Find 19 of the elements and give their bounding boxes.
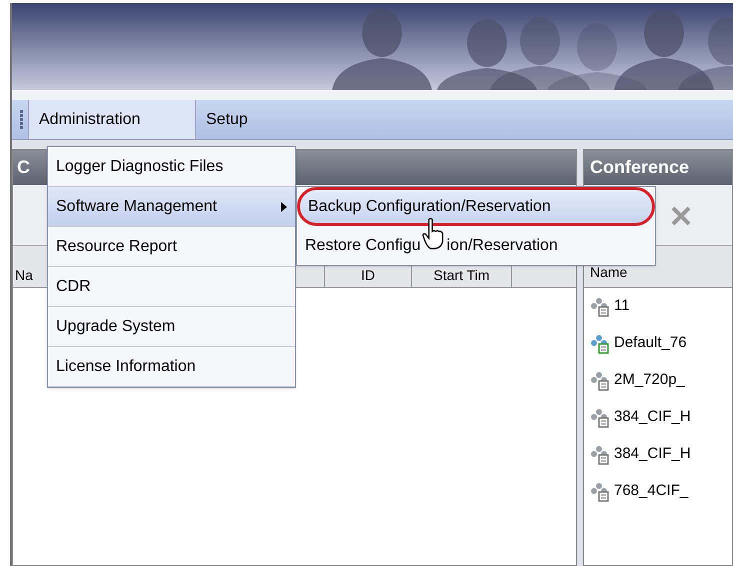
hand-cursor-icon [422,216,446,252]
conference-name[interactable]: 384_CIF_H [614,443,691,466]
menu-option[interactable]: Software Management [48,187,295,227]
menu-option[interactable]: CDR [48,267,295,307]
conference-name[interactable]: 11 [614,295,630,318]
delete-icon[interactable] [670,205,692,227]
menu-option[interactable]: Upgrade System [48,307,295,347]
conference-name[interactable]: 2M_720p_ [614,369,685,392]
panel-title: Conference [590,156,690,179]
conference-name[interactable]: Default_76 [614,332,687,355]
submenu-arrow-icon [281,202,287,212]
menu-item[interactable]: Administration [28,100,196,139]
menu-option[interactable]: License Information [48,347,295,387]
conference-name[interactable]: 768_4CIF_ [614,480,688,503]
menu-option[interactable]: Resource Report [48,227,295,267]
conference-name[interactable]: 384_CIF_H [614,406,691,429]
menu-item[interactable]: Setup [196,100,262,139]
submenu-option[interactable]: Backup Configuration/Reservation [297,187,655,226]
panel-title: C [17,156,30,179]
